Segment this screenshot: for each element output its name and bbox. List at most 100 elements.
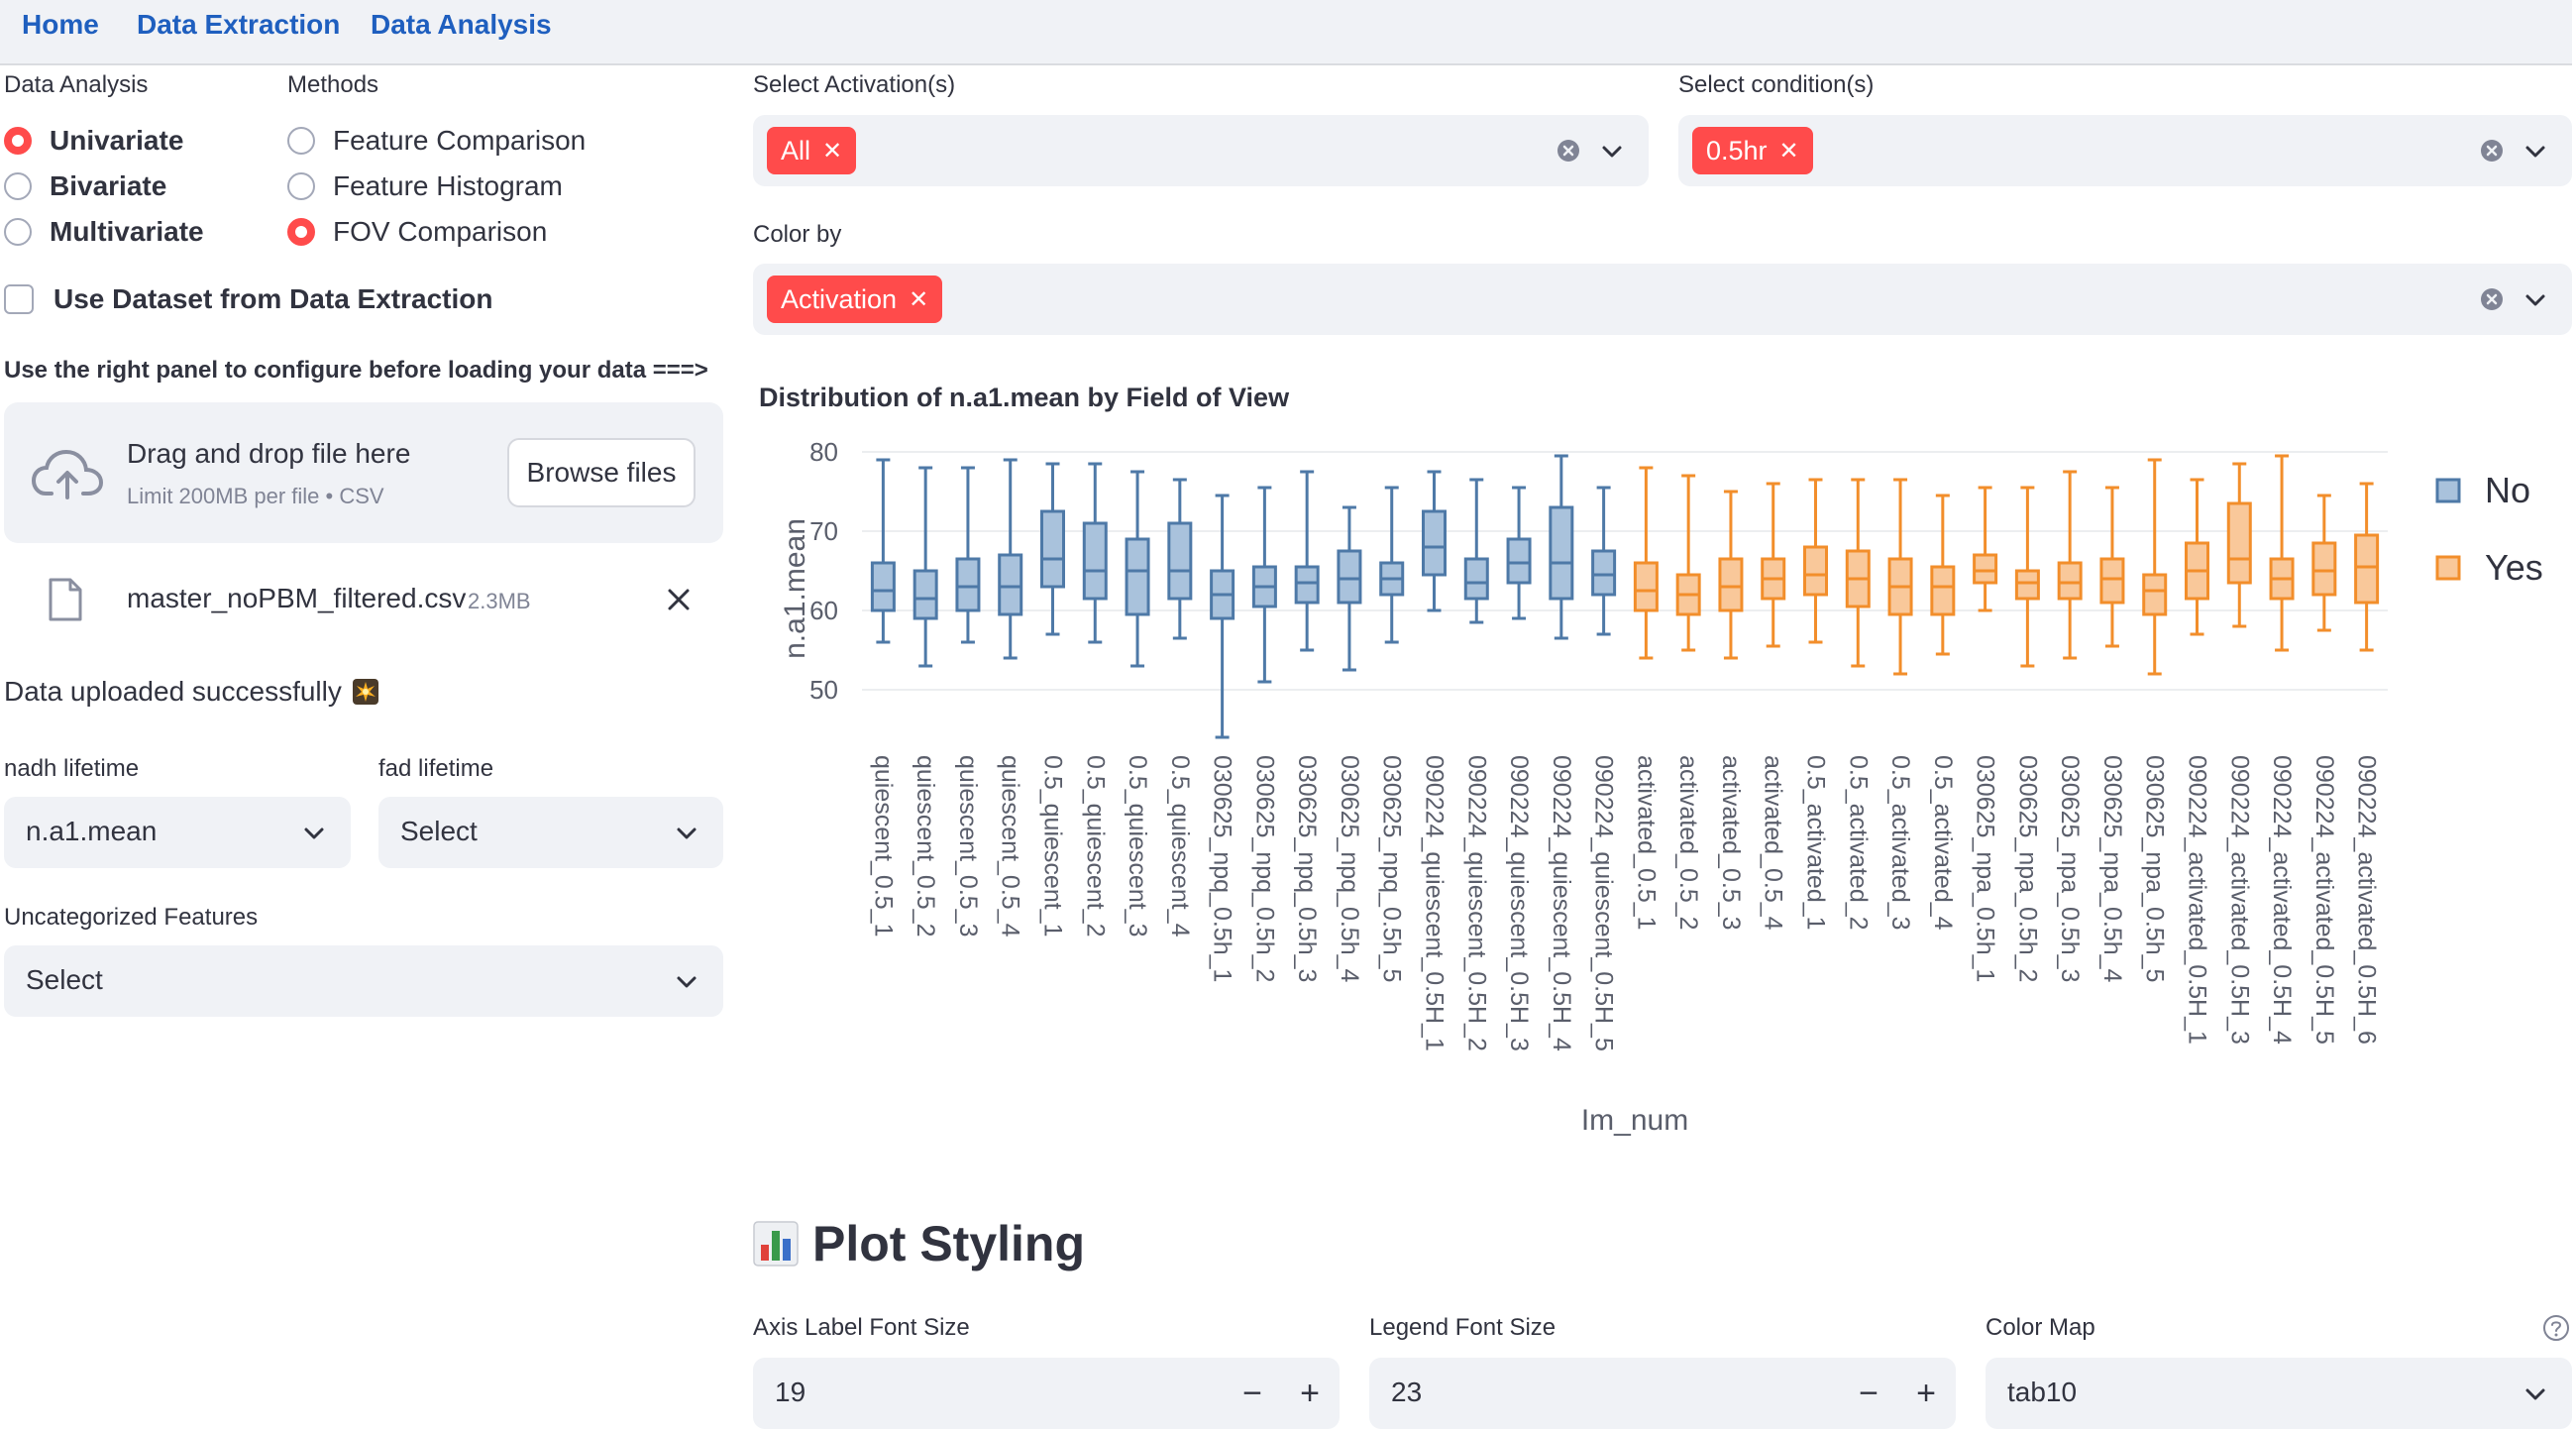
x-tick-label: 0.5_quiescent_4 (1166, 755, 1194, 937)
nav-home[interactable]: Home (22, 9, 99, 41)
x-tick-label: 030625_npq_0.5h_5 (1378, 755, 1406, 982)
radio-label: Univariate (50, 125, 184, 156)
clear-all-icon[interactable] (1556, 138, 1581, 164)
increment-button[interactable]: + (1902, 1370, 1950, 1417)
box-030625_npa_0.5h_2 (2014, 486, 2040, 668)
increment-button[interactable]: + (1286, 1370, 1334, 1417)
file-size: 2.3MB (468, 589, 531, 613)
activation-tag[interactable]: All ✕ (767, 127, 857, 174)
number-value[interactable]: 19 (775, 1377, 805, 1408)
radio-feature-histogram[interactable]: Feature Histogram (287, 170, 563, 202)
chevron-down-icon (677, 976, 697, 988)
x-tick-label: 090224_quiescent_0.5H_5 (1590, 755, 1618, 1051)
box-quiescent_0.5_1 (870, 458, 896, 644)
x-tick-label: 030625_npa_0.5h_3 (2056, 755, 2084, 982)
chevron-down-icon[interactable] (1601, 145, 1623, 159)
legend-font-size-input[interactable]: 23 − + (1369, 1358, 1956, 1429)
legend-swatch (2435, 555, 2461, 581)
radio-label: Multivariate (50, 216, 204, 247)
nav-data-analysis[interactable]: Data Analysis (371, 9, 552, 41)
number-value[interactable]: 23 (1391, 1377, 1422, 1408)
x-tick-label: 0.5_activated_4 (1929, 755, 1957, 931)
x-tick-label: 0.5_quiescent_3 (1124, 755, 1151, 937)
use-dataset-checkbox[interactable]: Use Dataset from Data Extraction (4, 283, 492, 315)
x-tick-label: 090224_quiescent_0.5H_4 (1548, 755, 1575, 1051)
radio-multivariate[interactable]: Multivariate (4, 216, 204, 248)
legend-font-size-label: Legend Font Size (1369, 1314, 1556, 1341)
condition-multiselect[interactable]: 0.5hr ✕ (1678, 115, 2572, 186)
radio-univariate[interactable]: Univariate (4, 125, 183, 157)
color-by-tag[interactable]: Activation ✕ (767, 276, 943, 323)
radio-label: Feature Histogram (333, 170, 563, 201)
axis-font-size-input[interactable]: 19 − + (753, 1358, 1340, 1429)
clear-all-icon[interactable] (2479, 138, 2505, 164)
nadh-lifetime-select[interactable]: n.a1.mean (4, 797, 351, 868)
radio-feature-comparison[interactable]: Feature Comparison (287, 125, 586, 157)
color-by-multiselect[interactable]: Activation ✕ (753, 264, 2572, 335)
data-analysis-label: Data Analysis (4, 71, 149, 98)
dropzone-limit: Limit 200MB per file • CSV (127, 484, 384, 508)
box-0.5_quiescent_2 (1082, 462, 1108, 644)
x-tick-label: 0.5_quiescent_2 (1081, 755, 1109, 937)
radio-label: Feature Comparison (333, 125, 587, 156)
box-0.5_activated_1 (1803, 478, 1828, 644)
radio-button (287, 218, 315, 246)
nav-data-extraction[interactable]: Data Extraction (137, 9, 340, 41)
fad-lifetime-select[interactable]: Select (378, 797, 723, 868)
chevron-down-icon (2525, 1388, 2545, 1400)
x-tick-label: 0.5_activated_3 (1886, 755, 1914, 931)
color-by-label: Color by (753, 221, 842, 248)
help-icon[interactable] (2542, 1314, 2570, 1342)
box-iqr (1506, 537, 1532, 585)
x-tick-label: 030625_npq_0.5h_3 (1293, 755, 1321, 982)
y-tick-label: 50 (809, 675, 838, 705)
tag-label: 0.5hr (1706, 135, 1768, 165)
decrement-button[interactable]: − (1845, 1370, 1892, 1417)
box-090224_quiescent_0.5H_1 (1422, 470, 1447, 612)
file-uploader-dropzone[interactable]: Drag and drop file here Limit 200MB per … (4, 402, 723, 543)
box-030625_npq_0.5h_3 (1294, 470, 1320, 652)
box-0.5_activated_4 (1930, 494, 1956, 656)
tag-remove-icon[interactable]: ✕ (1779, 137, 1799, 165)
x-tick-label: activated_0.5_3 (1717, 755, 1745, 931)
box-iqr (2354, 533, 2380, 605)
condition-tag[interactable]: 0.5hr ✕ (1692, 127, 1813, 174)
chevron-down-icon[interactable] (2524, 145, 2546, 159)
radio-bivariate[interactable]: Bivariate (4, 170, 166, 202)
legend-swatch (2435, 478, 2461, 503)
x-tick-label: 090224_quiescent_0.5H_3 (1505, 755, 1533, 1051)
bar-chart-icon (753, 1221, 799, 1267)
methods-label: Methods (287, 71, 379, 98)
box-iqr (1930, 565, 1956, 616)
x-tick-label: 090224_activated_0.5H_5 (2310, 755, 2338, 1045)
uncategorized-features-select[interactable]: Select (4, 945, 723, 1017)
x-tick-label: 090224_activated_0.5H_3 (2225, 755, 2253, 1045)
box-0.5_quiescent_3 (1125, 470, 1150, 668)
axis-font-size-label: Axis Label Font Size (753, 1314, 970, 1341)
chevron-down-icon[interactable] (2524, 293, 2546, 307)
x-tick-label: 090224_activated_0.5H_4 (2268, 755, 2296, 1045)
tag-remove-icon[interactable]: ✕ (909, 285, 928, 314)
remove-file-icon[interactable] (662, 583, 696, 616)
box-iqr (2226, 501, 2252, 585)
box-iqr (1082, 521, 1108, 601)
decrement-button[interactable]: − (1229, 1370, 1276, 1417)
chart-title: Distribution of n.a1.mean by Field of Vi… (759, 383, 1290, 412)
box-iqr (2311, 541, 2337, 597)
upload-success-message: Data uploaded successfully (4, 676, 379, 708)
activation-multiselect[interactable]: All ✕ (753, 115, 1649, 186)
checkbox-box (4, 284, 34, 314)
box-iqr (1422, 509, 1447, 577)
chevron-down-icon (304, 827, 324, 839)
clear-all-icon[interactable] (2479, 286, 2505, 312)
radio-label: FOV Comparison (333, 216, 548, 247)
box-iqr (912, 569, 938, 620)
plot-styling-header: Plot Styling (753, 1215, 1085, 1272)
radio-button (287, 127, 315, 155)
color-map-select[interactable]: tab10 (1986, 1358, 2572, 1429)
tag-remove-icon[interactable]: ✕ (822, 137, 842, 165)
radio-fov-comparison[interactable]: FOV Comparison (287, 216, 547, 248)
browse-files-button[interactable]: Browse files (507, 438, 696, 507)
box-iqr (955, 557, 981, 612)
x-tick-label: 030625_npa_0.5h_4 (2098, 755, 2126, 983)
